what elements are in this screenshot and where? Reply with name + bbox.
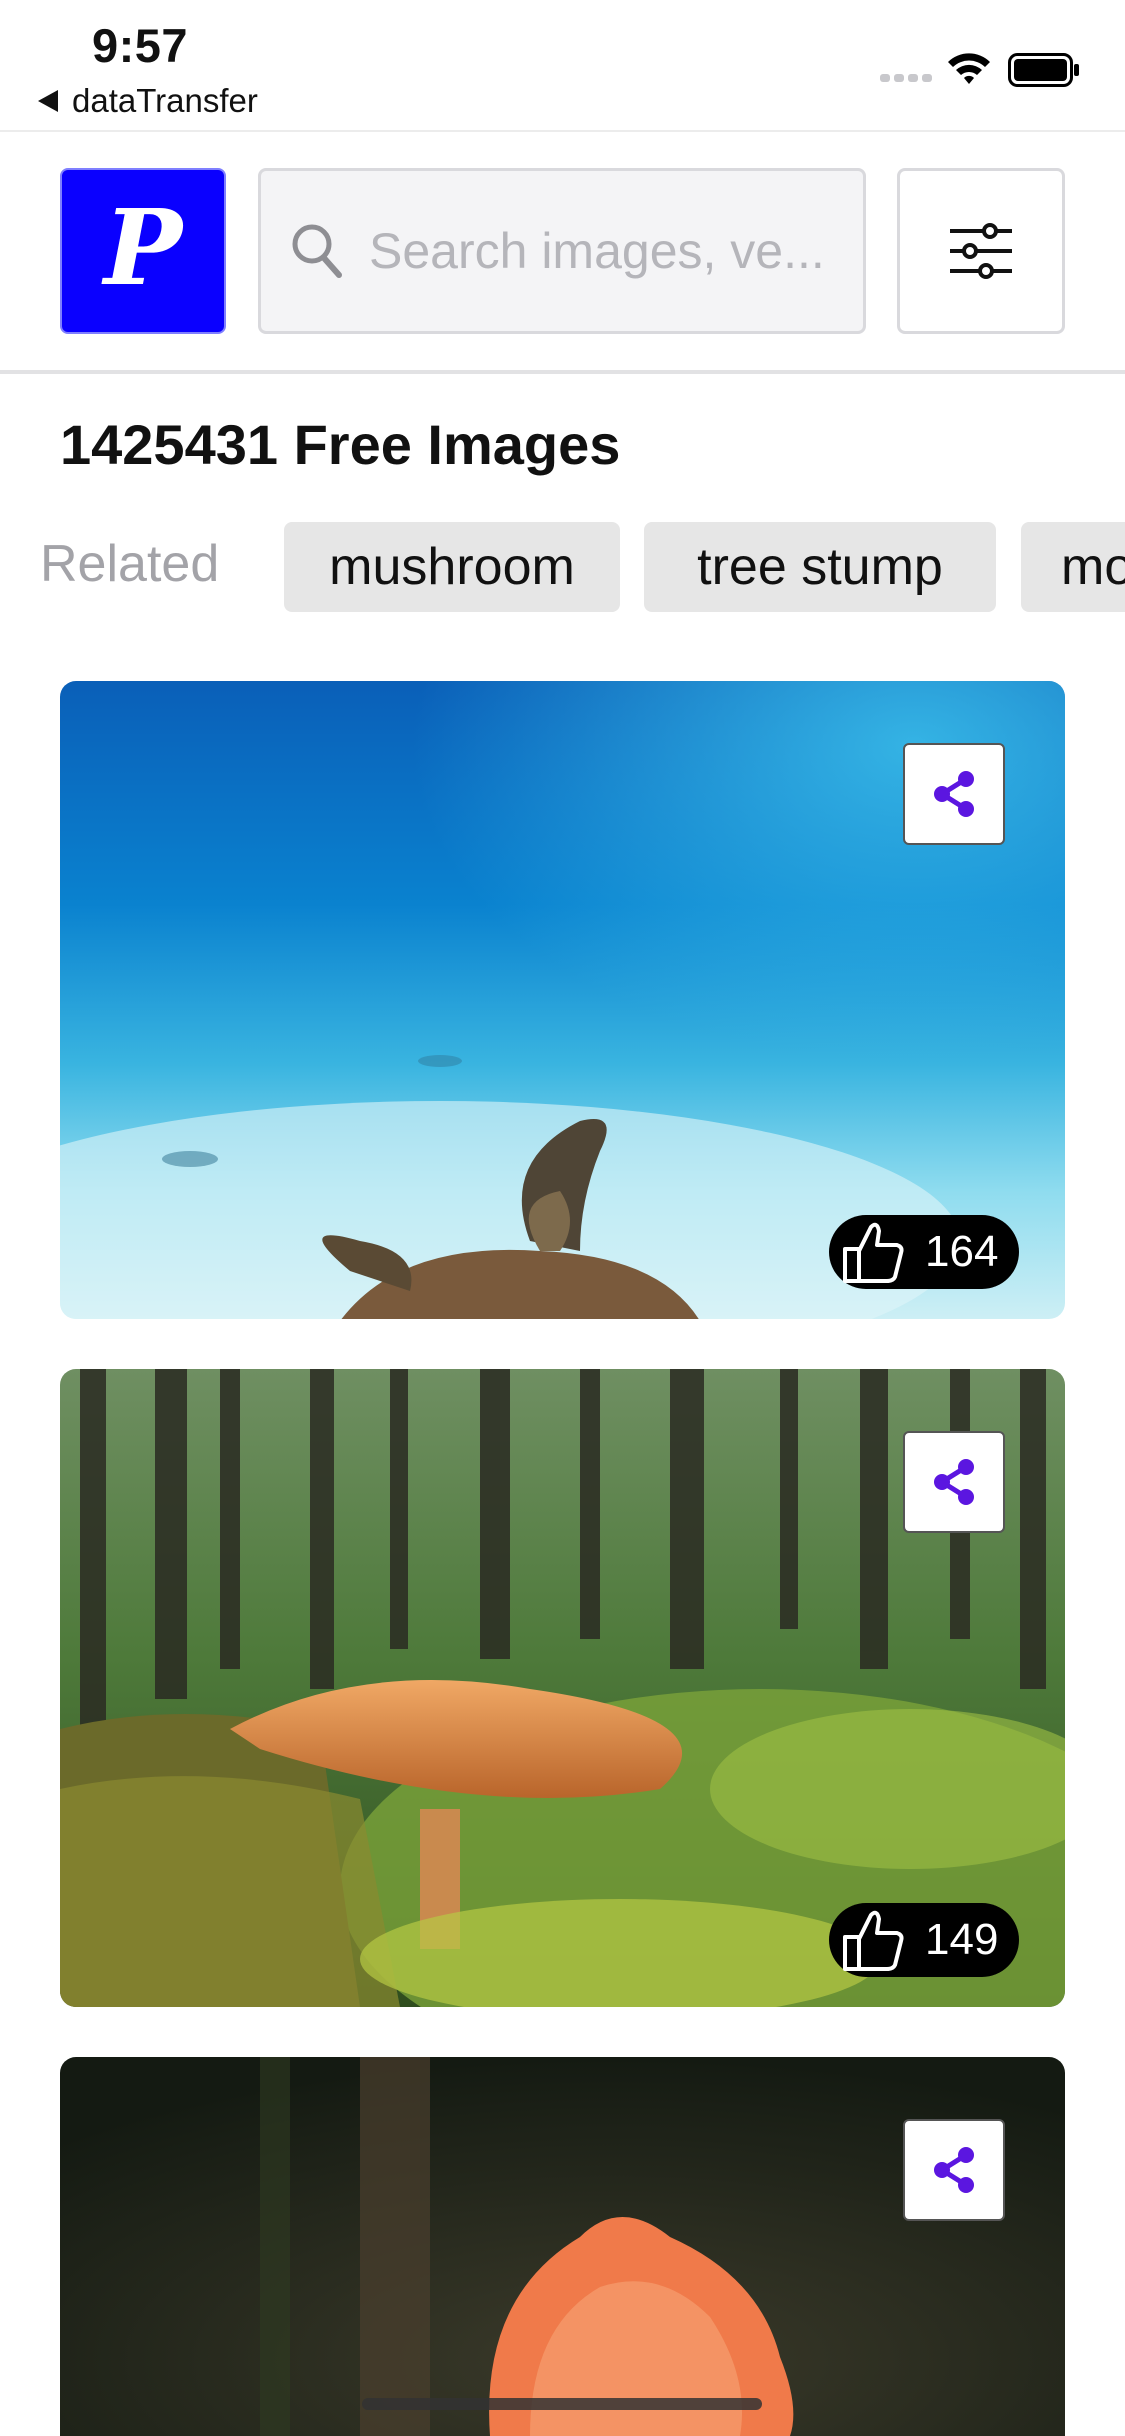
share-icon [934,1459,974,1505]
home-indicator[interactable] [362,2398,762,2410]
logo-button[interactable]: P [60,168,226,334]
signal-icon [880,74,932,82]
like-button[interactable]: 164 [829,1215,1019,1289]
status-divider [0,130,1125,132]
sliders-icon [950,223,1012,279]
tag-chip-mushroom[interactable]: mushroom [284,522,620,612]
header-divider [0,370,1125,374]
related-tags-row[interactable]: Related mushroom tree stump mo [0,522,1125,614]
wifi-icon [948,53,990,84]
image-orange-flower[interactable] [60,2057,1065,2436]
results-title: 1425431 Free Images [60,413,621,476]
back-to-app-button[interactable]: dataTransfer [38,82,258,120]
thumbs-up-icon [837,1219,907,1285]
share-button[interactable] [903,2119,1005,2221]
search-input[interactable] [369,222,849,280]
thumbs-up-icon [837,1907,907,1973]
search-icon [291,223,343,279]
back-app-label: dataTransfer [72,82,258,119]
filter-button[interactable] [897,168,1065,334]
battery-icon [1008,53,1079,87]
logo-icon: P [103,186,183,309]
like-count: 164 [925,1227,999,1276]
tag-chip-partial[interactable]: mo [1021,522,1125,612]
like-button[interactable]: 149 [829,1903,1019,1977]
share-icon [934,771,974,817]
search-field[interactable] [258,168,866,334]
image-card[interactable] [60,2057,1065,2436]
tag-chip-tree-stump[interactable]: tree stump [644,522,996,612]
share-button[interactable] [903,743,1005,845]
related-label: Related [40,535,220,593]
share-icon [934,2147,974,2193]
status-bar: 9:57 dataTransfer [0,0,1125,130]
image-card[interactable]: 149 [60,1369,1065,2007]
share-button[interactable] [903,1431,1005,1533]
image-card[interactable]: 164 [60,681,1065,1319]
like-count: 149 [925,1915,999,1964]
status-time: 9:57 [92,19,189,72]
back-arrow-icon [38,90,58,112]
